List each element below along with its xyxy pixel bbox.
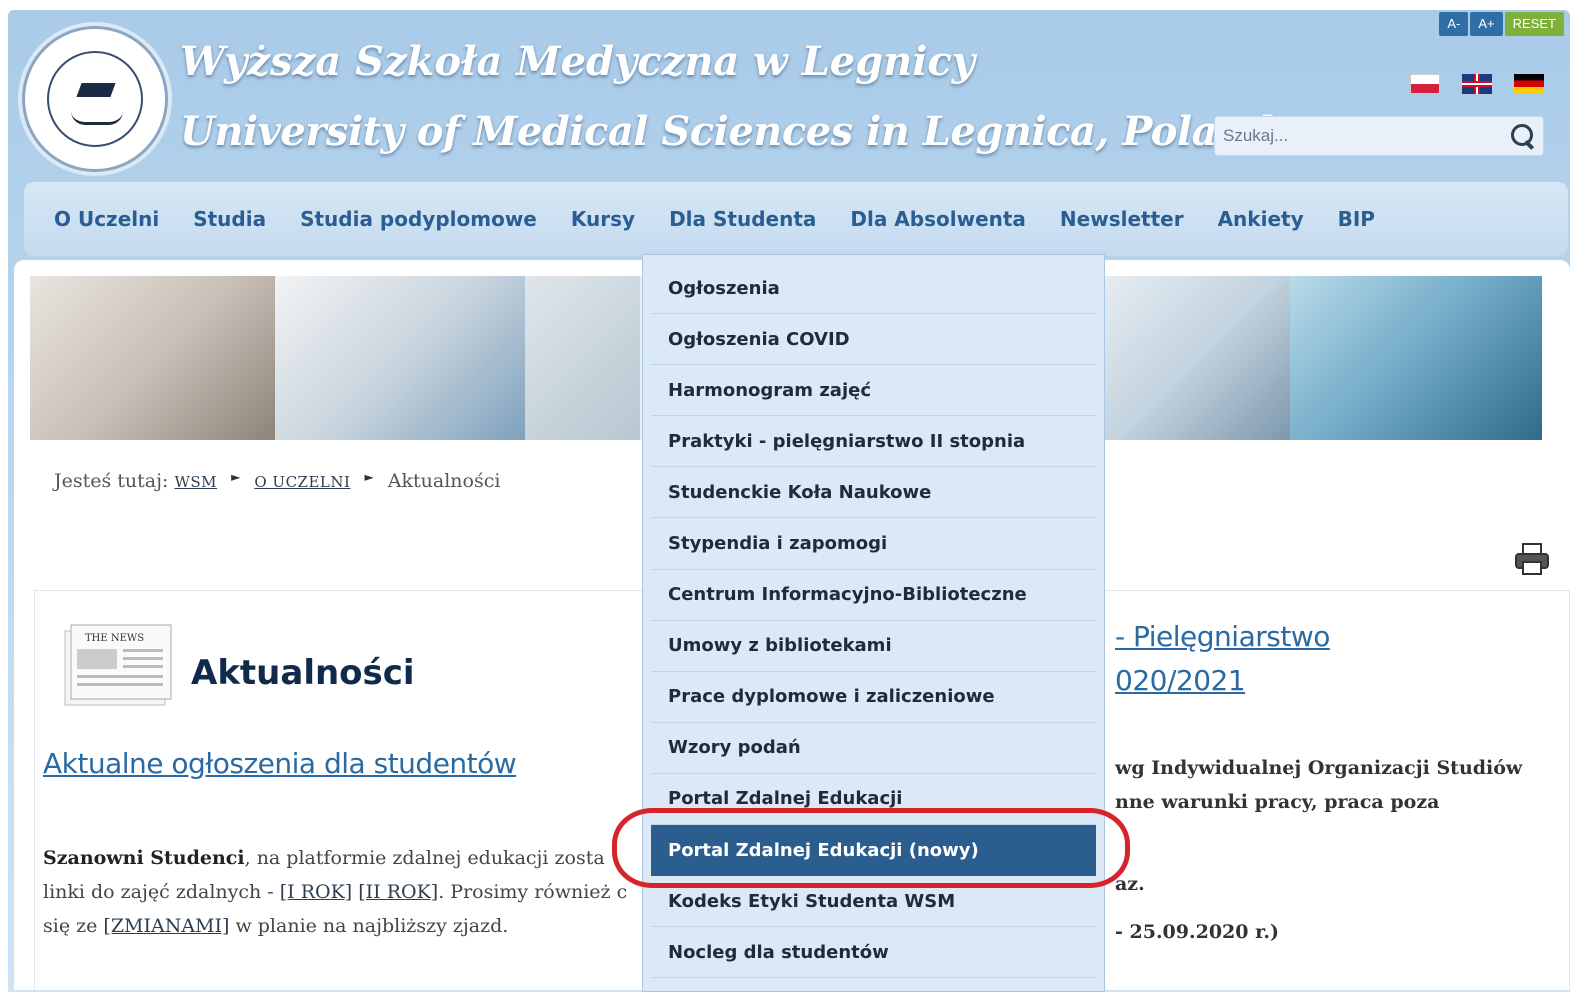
nav-item-studia[interactable]: Studia: [193, 207, 266, 231]
breadcrumb-separator-icon: ►: [364, 470, 374, 484]
font-size-tools: A- A+ RESET: [1439, 12, 1564, 36]
search-input[interactable]: [1215, 126, 1503, 146]
site-title[interactable]: Wyższa Szkoła Medyczna w Legnicy: [180, 38, 975, 85]
german-flag-icon[interactable]: [1514, 74, 1544, 94]
menu-item-studenckie-kola-naukowe[interactable]: Studenckie Koła Naukowe: [651, 467, 1096, 519]
polish-flag-icon[interactable]: [1410, 74, 1440, 94]
uk-flag-icon[interactable]: [1462, 74, 1492, 94]
nav-item-kursy[interactable]: Kursy: [571, 207, 635, 231]
logo-emblem: [47, 51, 143, 147]
newspaper-icon: THE NEWS: [64, 624, 172, 706]
font-reset-button[interactable]: RESET: [1504, 12, 1564, 36]
news-heading: Aktualności: [191, 653, 415, 693]
menu-item-kodeks-etyki[interactable]: Kodeks Etyki Studenta WSM: [651, 876, 1096, 928]
menu-item-harmonogram-zajec[interactable]: Harmonogram zajęć: [651, 365, 1096, 417]
font-increase-button[interactable]: A+: [1470, 12, 1503, 36]
menu-item-wzory-podan[interactable]: Wzory podań: [651, 723, 1096, 774]
right-news-line: az.: [1115, 873, 1145, 895]
right-news-link-line[interactable]: - Pielęgniarstwo: [1115, 620, 1330, 653]
site-subtitle[interactable]: University of Medical Sciences in Legnic…: [180, 108, 1274, 155]
menu-item-portal-zdalnej-edukacji[interactable]: Portal Zdalnej Edukacji: [651, 774, 1096, 826]
right-news-text: wg Indywidualnej Organizacji Studiów nne…: [1115, 751, 1522, 949]
news-text-bold: Szanowni Studenci: [43, 847, 245, 869]
menu-item-ogloszenia-covid[interactable]: Ogłoszenia COVID: [651, 314, 1096, 366]
news-text-part: się ze: [43, 915, 104, 937]
right-news-line: wg Indywidualnej Organizacji Studiów: [1115, 757, 1523, 779]
breadcrumb-link-wsm[interactable]: WSM: [174, 473, 217, 491]
dla-studenta-dropdown-menu: Ogłoszenia Ogłoszenia COVID Harmonogram …: [642, 254, 1105, 992]
news-text-part: linki do zajęć zdalnych -: [43, 881, 280, 903]
breadcrumb: Jesteś tutaj: WSM ► O UCZELNI ► Aktualno…: [54, 470, 500, 492]
nav-item-newsletter[interactable]: Newsletter: [1060, 207, 1184, 231]
right-news-link-line[interactable]: 020/2021: [1115, 664, 1246, 697]
nav-item-dla-studenta[interactable]: Dla Studenta: [669, 207, 816, 231]
banner-photo-students: [30, 276, 275, 440]
search-icon[interactable]: [1503, 116, 1543, 156]
nav-item-studia-podyplomowe[interactable]: Studia podyplomowe: [300, 207, 537, 231]
menu-item-ogloszenia[interactable]: Ogłoszenia: [651, 263, 1096, 315]
banner-photo-doctor: [525, 276, 640, 440]
banner-photo-nurse: [1100, 276, 1290, 440]
breadcrumb-separator-icon: ►: [231, 470, 241, 484]
university-logo[interactable]: [22, 26, 168, 172]
nav-item-ankiety[interactable]: Ankiety: [1218, 207, 1304, 231]
news-text-part: . Prosimy również c: [438, 881, 628, 903]
menu-item-stypendia[interactable]: Stypendia i zapomogi: [651, 518, 1096, 570]
link-i-rok[interactable]: [I ROK]: [280, 881, 352, 903]
menu-item-portal-zdalnej-edukacji-nowy[interactable]: Portal Zdalnej Edukacji (nowy): [651, 825, 1096, 877]
news-article-link[interactable]: Aktualne ogłoszenia dla studentów: [43, 747, 517, 780]
nav-item-bip[interactable]: BIP: [1338, 207, 1375, 231]
right-news-link[interactable]: - Pielęgniarstwo 020/2021: [1115, 615, 1330, 703]
breadcrumb-current: Aktualności: [387, 470, 501, 492]
book-icon: [71, 111, 123, 125]
menu-item-umowy-z-bibliotekami[interactable]: Umowy z bibliotekami: [651, 621, 1096, 672]
main-nav: O Uczelni Studia Studia podyplomowe Kurs…: [24, 182, 1568, 256]
link-ii-rok[interactable]: [II ROK]: [358, 881, 438, 903]
print-icon[interactable]: [1514, 542, 1550, 576]
newspaper-icon-text: THE NEWS: [85, 633, 144, 644]
language-flags: [1410, 74, 1544, 94]
news-article-text: Szanowni Studenci, na platformie zdalnej…: [43, 841, 663, 943]
news-text-part: w planie na najbliższy zjazd.: [229, 915, 509, 937]
link-zmianami[interactable]: [ZMIANAMI]: [103, 915, 229, 937]
right-news-line: - 25.09.2020 r.): [1115, 921, 1279, 943]
menu-item-nocleg[interactable]: Nocleg dla studentów: [651, 927, 1096, 979]
right-news-line: nne warunki pracy, praca poza: [1115, 791, 1440, 813]
news-text-part: , na platformie zdalnej edukacji zosta: [244, 847, 605, 869]
breadcrumb-prefix: Jesteś tutaj:: [54, 470, 169, 492]
font-decrease-button[interactable]: A-: [1439, 12, 1469, 36]
nav-item-o-uczelni[interactable]: O Uczelni: [54, 207, 159, 231]
banner-photo-lab: [1290, 276, 1542, 440]
breadcrumb-link-o-uczelni[interactable]: O UCZELNI: [254, 473, 350, 491]
menu-item-centrum-informacyjno-biblioteczne[interactable]: Centrum Informacyjno-Biblioteczne: [651, 570, 1096, 621]
search-box: [1214, 116, 1544, 156]
banner-photo-doctors: [275, 276, 525, 440]
menu-item-prace-dyplomowe[interactable]: Prace dyplomowe i zaliczeniowe: [651, 672, 1096, 723]
menu-item-praktyki[interactable]: Praktyki - pielęgniarstwo II stopnia: [651, 416, 1096, 468]
nav-item-dla-absolwenta[interactable]: Dla Absolwenta: [850, 207, 1026, 231]
graduation-cap-icon: [76, 83, 116, 97]
